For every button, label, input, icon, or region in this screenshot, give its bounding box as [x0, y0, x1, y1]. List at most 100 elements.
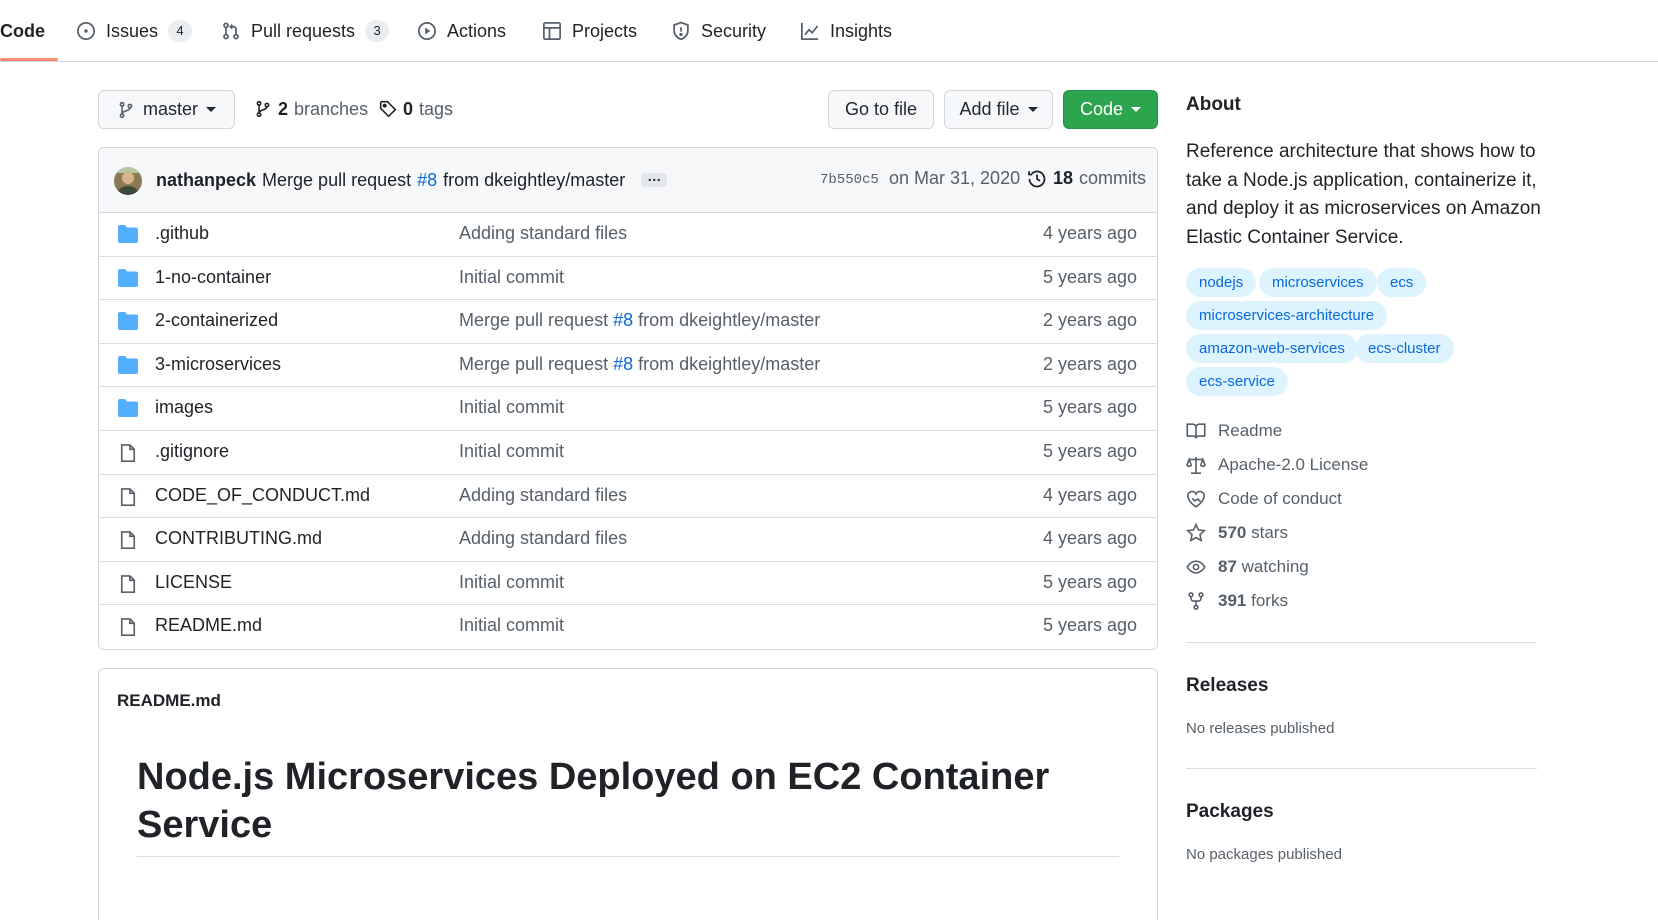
packages-note: No packages published [1186, 846, 1342, 863]
file-age: 5 years ago [1042, 571, 1137, 592]
commit-text-suffix[interactable]: from dkeightley/master [638, 354, 820, 374]
go-to-file-button[interactable]: Go to file [828, 90, 934, 129]
file-name[interactable]: .gitignore [155, 441, 229, 462]
commit-message-suffix[interactable]: from dkeightley/master [443, 170, 625, 191]
topic-tag[interactable]: ecs-service [1186, 367, 1288, 396]
caret-down-icon [1027, 107, 1038, 112]
commits-label: commits [1079, 168, 1147, 188]
file-name[interactable]: LICENSE [155, 572, 232, 593]
watching-link[interactable]: 87 watching [1186, 554, 1309, 580]
forks-label: forks [1251, 591, 1288, 610]
file-commit-message[interactable]: Adding standard files [459, 528, 627, 549]
topic-tag[interactable]: ecs-cluster [1355, 334, 1454, 363]
readme-heading: Node.js Microservices Deployed on EC2 Co… [137, 756, 1050, 846]
file-name[interactable]: .github [155, 223, 209, 244]
code-button[interactable]: Code [1063, 90, 1158, 129]
releases-heading[interactable]: Releases [1186, 675, 1268, 697]
tab-insights[interactable]: Insights [800, 0, 892, 62]
file-age: 4 years ago [1042, 528, 1137, 549]
tab-actions[interactable]: Actions [417, 0, 506, 62]
commit-text-suffix[interactable]: from dkeightley/master [638, 310, 820, 330]
commit-author[interactable]: nathanpeck [156, 170, 256, 191]
table-icon [542, 21, 562, 41]
file-name[interactable]: CODE_OF_CONDUCT.md [155, 485, 370, 506]
file-icon [118, 617, 138, 637]
readme-filename[interactable]: README.md [117, 691, 221, 711]
file-commit-message[interactable]: Adding standard files [459, 223, 627, 244]
file-commit-message[interactable]: Initial commit [459, 397, 564, 418]
tag-icon [379, 100, 397, 118]
tab-security[interactable]: Security [671, 0, 766, 62]
branch-select-button[interactable]: master [98, 90, 235, 129]
play-icon [417, 21, 437, 41]
tab-label: Security [701, 20, 767, 41]
commit-text[interactable]: Merge pull request [459, 310, 608, 330]
code-of-conduct-icon [1186, 489, 1206, 509]
stars-count: 570 [1218, 523, 1247, 542]
pull-requests-counter: 3 [365, 20, 390, 42]
avatar[interactable] [114, 167, 142, 195]
forks-count: 391 [1218, 591, 1247, 610]
git-branch-icon [254, 100, 272, 118]
file-age: 5 years ago [1042, 615, 1137, 636]
table-row: 2-containerized Merge pull request #8 fr… [99, 300, 1157, 344]
file-commit-message[interactable]: Initial commit [459, 572, 564, 593]
file-name[interactable]: images [155, 397, 213, 418]
topic-tag[interactable]: nodejs [1186, 268, 1257, 297]
packages-heading[interactable]: Packages [1186, 801, 1274, 823]
file-commit-message[interactable]: Adding standard files [459, 485, 627, 506]
commit-pr-link[interactable]: #8 [417, 170, 437, 191]
branches-count: 2 [278, 98, 289, 119]
add-file-button[interactable]: Add file [944, 90, 1053, 129]
table-row: CODE_OF_CONDUCT.md Adding standard files… [99, 475, 1157, 519]
tab-label: Projects [572, 20, 638, 41]
tags-link[interactable]: 0 tags [379, 96, 453, 122]
topic-tag[interactable]: ecs [1377, 268, 1427, 297]
file-commit-message[interactable]: Initial commit [459, 615, 564, 636]
commit-text[interactable]: Merge pull request [459, 354, 608, 374]
tab-label: Actions [447, 20, 507, 41]
graph-icon [800, 21, 820, 41]
file-name[interactable]: 1-no-container [155, 267, 271, 288]
commits-count: 18 [1053, 168, 1074, 188]
commit-message-prefix[interactable]: Merge pull request [262, 170, 411, 191]
readme-link[interactable]: Readme [1186, 418, 1282, 444]
commit-pr-link[interactable]: #8 [613, 354, 633, 374]
table-row: README.md Initial commit 5 years ago [99, 605, 1157, 649]
file-commit-message[interactable]: Initial commit [459, 441, 564, 462]
stars-link[interactable]: 570 stars [1186, 520, 1288, 546]
file-commit-message[interactable]: Initial commit [459, 267, 564, 288]
table-row: LICENSE Initial commit 5 years ago [99, 562, 1157, 606]
file-name[interactable]: README.md [155, 615, 262, 636]
commit-expand-button[interactable]: … [641, 169, 668, 187]
tab-projects[interactable]: Projects [542, 0, 637, 62]
code-of-conduct-link[interactable]: Code of conduct [1186, 486, 1342, 512]
file-commit-message: Merge pull request #8 from dkeightley/ma… [459, 354, 820, 375]
branches-link[interactable]: 2 branches [254, 96, 368, 122]
sidebar-divider [1186, 768, 1537, 769]
topic-tag[interactable]: amazon-web-services [1186, 334, 1358, 363]
file-name[interactable]: CONTRIBUTING.md [155, 528, 322, 549]
table-row: CONTRIBUTING.md Adding standard files 4 … [99, 518, 1157, 562]
topic-tag[interactable]: microservices-architecture [1186, 301, 1388, 330]
file-name[interactable]: 3-microservices [155, 354, 281, 375]
tab-pull-requests[interactable]: Pull requests 3 [221, 0, 390, 62]
file-commit-message: Merge pull request #8 from dkeightley/ma… [459, 310, 820, 331]
readme-divider [137, 856, 1119, 857]
license-link[interactable]: Apache-2.0 License [1186, 452, 1368, 478]
commit-date[interactable]: on Mar 31, 2020 [889, 168, 1020, 189]
commit-pr-link[interactable]: #8 [613, 310, 633, 330]
table-row: images Initial commit 5 years ago [99, 387, 1157, 431]
forks-link[interactable]: 391 forks [1186, 588, 1288, 614]
folder-icon [118, 225, 138, 243]
selected-tab-underline [0, 58, 58, 61]
commit-sha[interactable]: 7b550c5 [820, 172, 879, 188]
file-name[interactable]: 2-containerized [155, 310, 278, 331]
topic-tag[interactable]: microservices [1259, 268, 1377, 297]
file-icon [118, 574, 138, 593]
tab-code[interactable]: Code [0, 0, 45, 62]
tab-issues[interactable]: Issues 4 [76, 0, 193, 62]
watching-label: watching [1241, 557, 1309, 576]
commits-history-link[interactable]: 18 commits [1027, 168, 1146, 189]
stars-label: stars [1251, 523, 1288, 542]
